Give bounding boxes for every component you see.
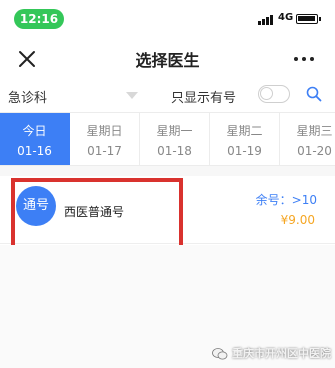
date-tab-today[interactable]: 今日 01-16 bbox=[0, 113, 70, 165]
date-tab-tuesday[interactable]: 星期二 01-19 bbox=[210, 113, 280, 165]
doctor-list-item[interactable]: 通号 西医普通号 余号：>10 ¥9.00 bbox=[0, 176, 335, 244]
watermark-text: 重庆市开州区中医院 bbox=[232, 347, 331, 360]
page-title: 选择医生 bbox=[135, 51, 200, 70]
dropdown-arrow-icon[interactable] bbox=[126, 92, 138, 99]
date-tab-date: 01-17 bbox=[87, 144, 122, 158]
search-icon[interactable] bbox=[306, 86, 322, 102]
doctor-name: 西医普通号 bbox=[64, 205, 125, 219]
only-available-label: 只显示有号 bbox=[171, 91, 237, 106]
date-tab-weekday: 星期二 bbox=[226, 124, 263, 138]
battery-icon bbox=[296, 14, 321, 24]
registration-price: ¥9.00 bbox=[280, 213, 315, 227]
network-type: 4G bbox=[278, 12, 294, 23]
only-available-toggle[interactable] bbox=[258, 85, 290, 103]
signal-icon bbox=[258, 15, 274, 25]
date-tabs: 今日 01-16 星期日 01-17 星期一 01-18 星期二 01-19 星… bbox=[0, 112, 335, 166]
wechat-icon bbox=[212, 346, 228, 360]
close-icon[interactable] bbox=[16, 48, 38, 70]
date-tab-monday[interactable]: 星期一 01-18 bbox=[140, 113, 210, 165]
date-tab-weekday: 今日 bbox=[22, 124, 47, 138]
nav-bar: 选择医生 bbox=[0, 40, 335, 80]
date-tab-weekday: 星期三 bbox=[296, 124, 333, 138]
doctor-avatar: 通号 bbox=[16, 186, 56, 226]
section-gap bbox=[0, 166, 335, 176]
date-tab-date: 01-20 bbox=[297, 144, 332, 158]
date-tab-weekday: 星期日 bbox=[86, 124, 123, 138]
date-tab-wednesday[interactable]: 星期三 01-20 bbox=[280, 113, 335, 165]
remaining-slots: 余号：>10 bbox=[255, 193, 317, 207]
date-tab-date: 01-19 bbox=[227, 144, 262, 158]
filter-bar: 急诊科 只显示有号 bbox=[0, 84, 335, 110]
status-bar: 12:16 4G bbox=[0, 0, 335, 34]
date-tab-date: 01-16 bbox=[17, 144, 52, 158]
date-tab-date: 01-18 bbox=[157, 144, 192, 158]
date-tab-weekday: 星期一 bbox=[156, 124, 193, 138]
date-tab-sunday[interactable]: 星期日 01-17 bbox=[70, 113, 140, 165]
more-icon[interactable] bbox=[291, 50, 317, 68]
department-select[interactable]: 急诊科 bbox=[8, 87, 47, 106]
status-time: 12:16 bbox=[14, 9, 64, 29]
